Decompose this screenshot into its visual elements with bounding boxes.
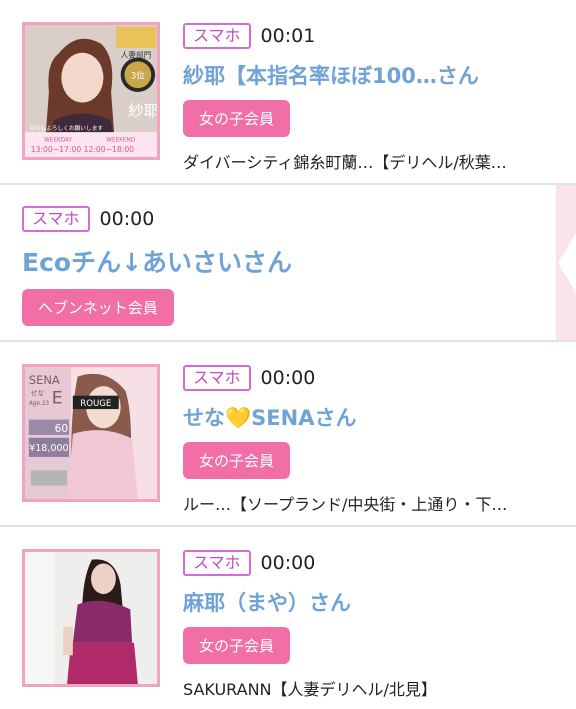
thumb-minutes: 60: [55, 423, 68, 435]
post-time: 00:00: [260, 367, 316, 389]
thumb-name: 紗耶: [128, 102, 157, 120]
profile-photo-1: 人妻部門 3位 紗耶 今日もよろしくお願いします WEEKDAY WEEKEND…: [25, 25, 157, 157]
profile-thumbnail[interactable]: [22, 549, 160, 687]
thumb-name-jp: せな: [31, 390, 45, 398]
list-item[interactable]: スマホ 00:00 麻耶（まや）さん 女の子会員 SAKURANN【人妻デリヘル…: [0, 527, 576, 709]
member-badge: ヘブンネット会員: [22, 289, 174, 326]
thumb-ranking: 人妻部門: [121, 50, 152, 60]
shop-info[interactable]: ダイバーシティ錦糸町蘭…【デリヘル/秋葉…: [183, 149, 564, 173]
thumb-price: ¥18,000: [29, 443, 68, 454]
device-tag: スマホ: [183, 23, 251, 49]
member-badge: 女の子会員: [183, 627, 291, 664]
list-item[interactable]: 人妻部門 3位 紗耶 今日もよろしくお願いします WEEKDAY WEEKEND…: [0, 0, 576, 185]
list-item[interactable]: スマホ 00:00 Ecoチん↓あいさいさん ヘブンネット会員: [0, 185, 576, 342]
thumb-initial: E: [52, 388, 63, 408]
thumb-age: Age.23: [29, 401, 50, 407]
post-time: 00:01: [260, 25, 316, 47]
post-time: 00:00: [260, 552, 316, 574]
girl-name-link[interactable]: せな💛SENAさん: [183, 402, 564, 432]
side-scroll-tab[interactable]: [556, 185, 576, 340]
girl-name-link[interactable]: 麻耶（まや）さん: [183, 587, 564, 617]
girl-name-link[interactable]: 紗耶【本指名率ほぼ100…さん: [183, 60, 564, 90]
device-tag: スマホ: [22, 206, 90, 232]
thumb-rank-num: 3位: [131, 70, 145, 82]
thumb-name-en: SENA: [29, 373, 60, 387]
girl-name-link[interactable]: Ecoチん↓あいさいさん: [22, 243, 564, 279]
list-item[interactable]: ROUGE SENA せな Age.23 E 60 ¥18,000 スマホ 00…: [0, 342, 576, 527]
profile-photo-4: [25, 552, 157, 684]
profile-photo-3: ROUGE SENA せな Age.23 E 60 ¥18,000: [25, 367, 157, 499]
thumb-weekday: WEEKDAY: [44, 138, 72, 144]
device-tag: スマホ: [183, 365, 251, 391]
shop-info[interactable]: ルー…【ソープランド/中央街・上通り・下…: [183, 491, 564, 515]
thumb-hours: 13:00~17:00 12:00~18:00: [31, 145, 134, 154]
member-badge: 女の子会員: [183, 100, 291, 137]
chevron-left-icon: [558, 233, 576, 293]
member-badge: 女の子会員: [183, 442, 291, 479]
profile-thumbnail[interactable]: 人妻部門 3位 紗耶 今日もよろしくお願いします WEEKDAY WEEKEND…: [22, 22, 160, 160]
thumb-message: 今日もよろしくお願いします: [29, 124, 104, 132]
shop-info[interactable]: SAKURANN【人妻デリヘル/北見】: [183, 676, 564, 700]
profile-thumbnail[interactable]: ROUGE SENA せな Age.23 E 60 ¥18,000: [22, 364, 160, 502]
device-tag: スマホ: [183, 550, 251, 576]
thumb-logo: ROUGE: [80, 399, 111, 409]
thumb-weekend: WEEKEND: [106, 138, 136, 144]
diary-list: 人妻部門 3位 紗耶 今日もよろしくお願いします WEEKDAY WEEKEND…: [0, 0, 576, 709]
post-time: 00:00: [99, 208, 155, 230]
